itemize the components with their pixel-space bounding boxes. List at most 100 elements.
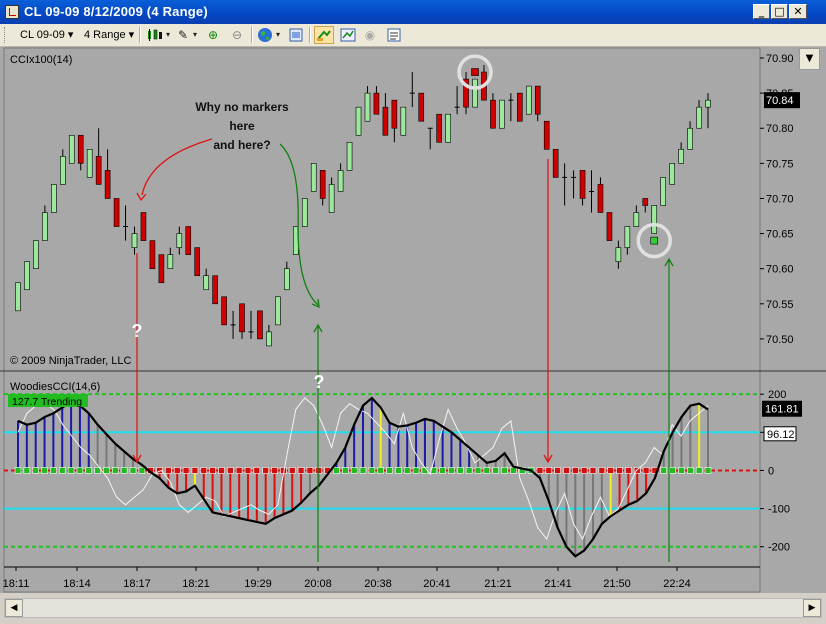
candle-down xyxy=(436,113,442,143)
zero-line-marker xyxy=(580,467,588,474)
candle-up xyxy=(400,106,407,136)
zero-line-marker xyxy=(218,467,225,474)
time-axis-label: 19:29 xyxy=(244,578,272,590)
app-icon xyxy=(5,5,19,19)
arrowhead xyxy=(136,192,147,202)
candle-up xyxy=(696,106,702,129)
zero-line-marker xyxy=(262,467,269,474)
toolbar-separator xyxy=(139,27,141,43)
chart-canvas[interactable]: 70.5070.5570.6070.6570.7070.7570.8070.85… xyxy=(0,47,826,593)
chart-area[interactable]: 70.5070.5570.6070.6570.7070.7570.8070.85… xyxy=(0,47,826,593)
candle-down xyxy=(257,310,263,340)
pencil-icon[interactable]: ✎ xyxy=(175,27,191,43)
period-selector[interactable]: 4 Range ▾ xyxy=(84,27,134,43)
zero-line-marker xyxy=(510,467,517,474)
maximize-button[interactable]: □ xyxy=(771,4,788,19)
candle-down xyxy=(149,240,156,269)
zero-line-marker xyxy=(642,467,650,474)
globe-icon[interactable] xyxy=(257,27,273,43)
candle-down xyxy=(194,247,201,277)
time-axis-label: 18:21 xyxy=(182,578,210,590)
zero-line-marker xyxy=(23,467,31,474)
candle-up xyxy=(705,99,711,108)
zero-line-marker xyxy=(209,467,216,474)
plot-border xyxy=(3,47,761,593)
scroll-down-button[interactable]: ▼ xyxy=(799,48,820,70)
zero-line-marker xyxy=(103,467,110,474)
question-mark: ? xyxy=(314,372,325,392)
zero-line-marker xyxy=(85,467,93,474)
zero-line-marker xyxy=(439,467,446,474)
properties-icon[interactable] xyxy=(288,27,304,43)
zero-line-marker xyxy=(395,467,402,474)
price-axis-label: 70.75 xyxy=(766,158,794,170)
zero-line-marker xyxy=(173,467,181,474)
zero-line-marker xyxy=(616,467,623,474)
toolbar-separator xyxy=(251,27,253,43)
disc-icon[interactable]: ◉ xyxy=(362,27,378,43)
candle-down xyxy=(552,149,559,178)
time-axis-label: 21:50 xyxy=(603,578,631,590)
zero-line-marker xyxy=(474,467,482,474)
price-axis-label: 70.65 xyxy=(766,229,794,241)
zoom-in-icon[interactable]: ⊕ xyxy=(205,27,221,43)
candle-up xyxy=(624,226,631,248)
zero-line-marker xyxy=(32,467,39,474)
candle-up xyxy=(364,92,371,122)
zero-line-marker xyxy=(536,467,544,474)
chevron-down-icon[interactable]: ▾ xyxy=(191,27,199,43)
zero-line-marker xyxy=(572,467,579,474)
signal-marker xyxy=(650,236,659,245)
candle-down xyxy=(239,303,245,333)
candle-up xyxy=(678,149,684,164)
candle-down xyxy=(95,156,102,185)
zero-line-marker xyxy=(191,467,199,474)
price-axis-label: 70.90 xyxy=(766,53,794,65)
zero-line-marker xyxy=(545,467,553,474)
candlestick-icon[interactable] xyxy=(146,27,162,43)
cci-axis-label: -200 xyxy=(768,542,790,554)
zero-line-marker xyxy=(483,467,491,474)
cci-last-label: 161.81 xyxy=(765,404,799,416)
zero-line-marker xyxy=(368,467,376,474)
candle-down xyxy=(185,226,192,255)
zero-line-marker xyxy=(412,467,420,474)
chart-trader-icon[interactable] xyxy=(340,27,356,43)
scroll-right-button[interactable]: ▶ xyxy=(803,599,821,617)
candle-down xyxy=(158,254,165,284)
zero-line-marker xyxy=(165,467,172,474)
candle-down xyxy=(319,170,326,199)
zero-line-marker xyxy=(501,467,508,474)
minimize-button[interactable]: _ xyxy=(753,4,770,19)
title-bar[interactable]: CL 09-09 8/12/2009 (4 Range) _ □ ✕ xyxy=(0,0,826,24)
price-axis-label: 70.60 xyxy=(766,264,794,276)
horizontal-scrollbar[interactable]: ◀ ▶ xyxy=(4,598,822,618)
zero-line-marker xyxy=(695,467,703,474)
instrument-selector[interactable]: CL 09-09 ▾ xyxy=(20,27,73,43)
candle-up xyxy=(328,184,335,213)
zero-line-marker xyxy=(359,467,367,474)
zoom-out-icon[interactable]: ⊖ xyxy=(229,27,245,43)
candle-down xyxy=(382,106,389,136)
zero-line-marker xyxy=(41,467,48,474)
candle-down xyxy=(113,198,120,227)
hand-tool-icon[interactable] xyxy=(314,26,334,44)
close-button[interactable]: ✕ xyxy=(789,4,807,19)
price-panel-title: CCIx100(14) xyxy=(10,54,72,66)
candle-down xyxy=(373,92,380,115)
chevron-down-icon[interactable]: ▾ xyxy=(164,27,172,43)
zero-line-marker xyxy=(182,467,190,474)
candle-up xyxy=(525,85,532,115)
candle-down xyxy=(642,198,649,206)
data-box-icon[interactable] xyxy=(386,27,402,43)
chevron-down-icon[interactable]: ▾ xyxy=(274,27,282,43)
scroll-left-button[interactable]: ◀ xyxy=(5,599,23,617)
candle-up xyxy=(355,106,362,136)
question-mark: ? xyxy=(132,321,143,341)
zero-line-marker xyxy=(333,467,340,474)
toolbar-grip[interactable] xyxy=(4,27,7,43)
candle-down xyxy=(104,170,111,199)
zero-line-marker xyxy=(129,467,137,474)
candle-up xyxy=(633,212,640,227)
zero-line-marker xyxy=(386,467,393,474)
